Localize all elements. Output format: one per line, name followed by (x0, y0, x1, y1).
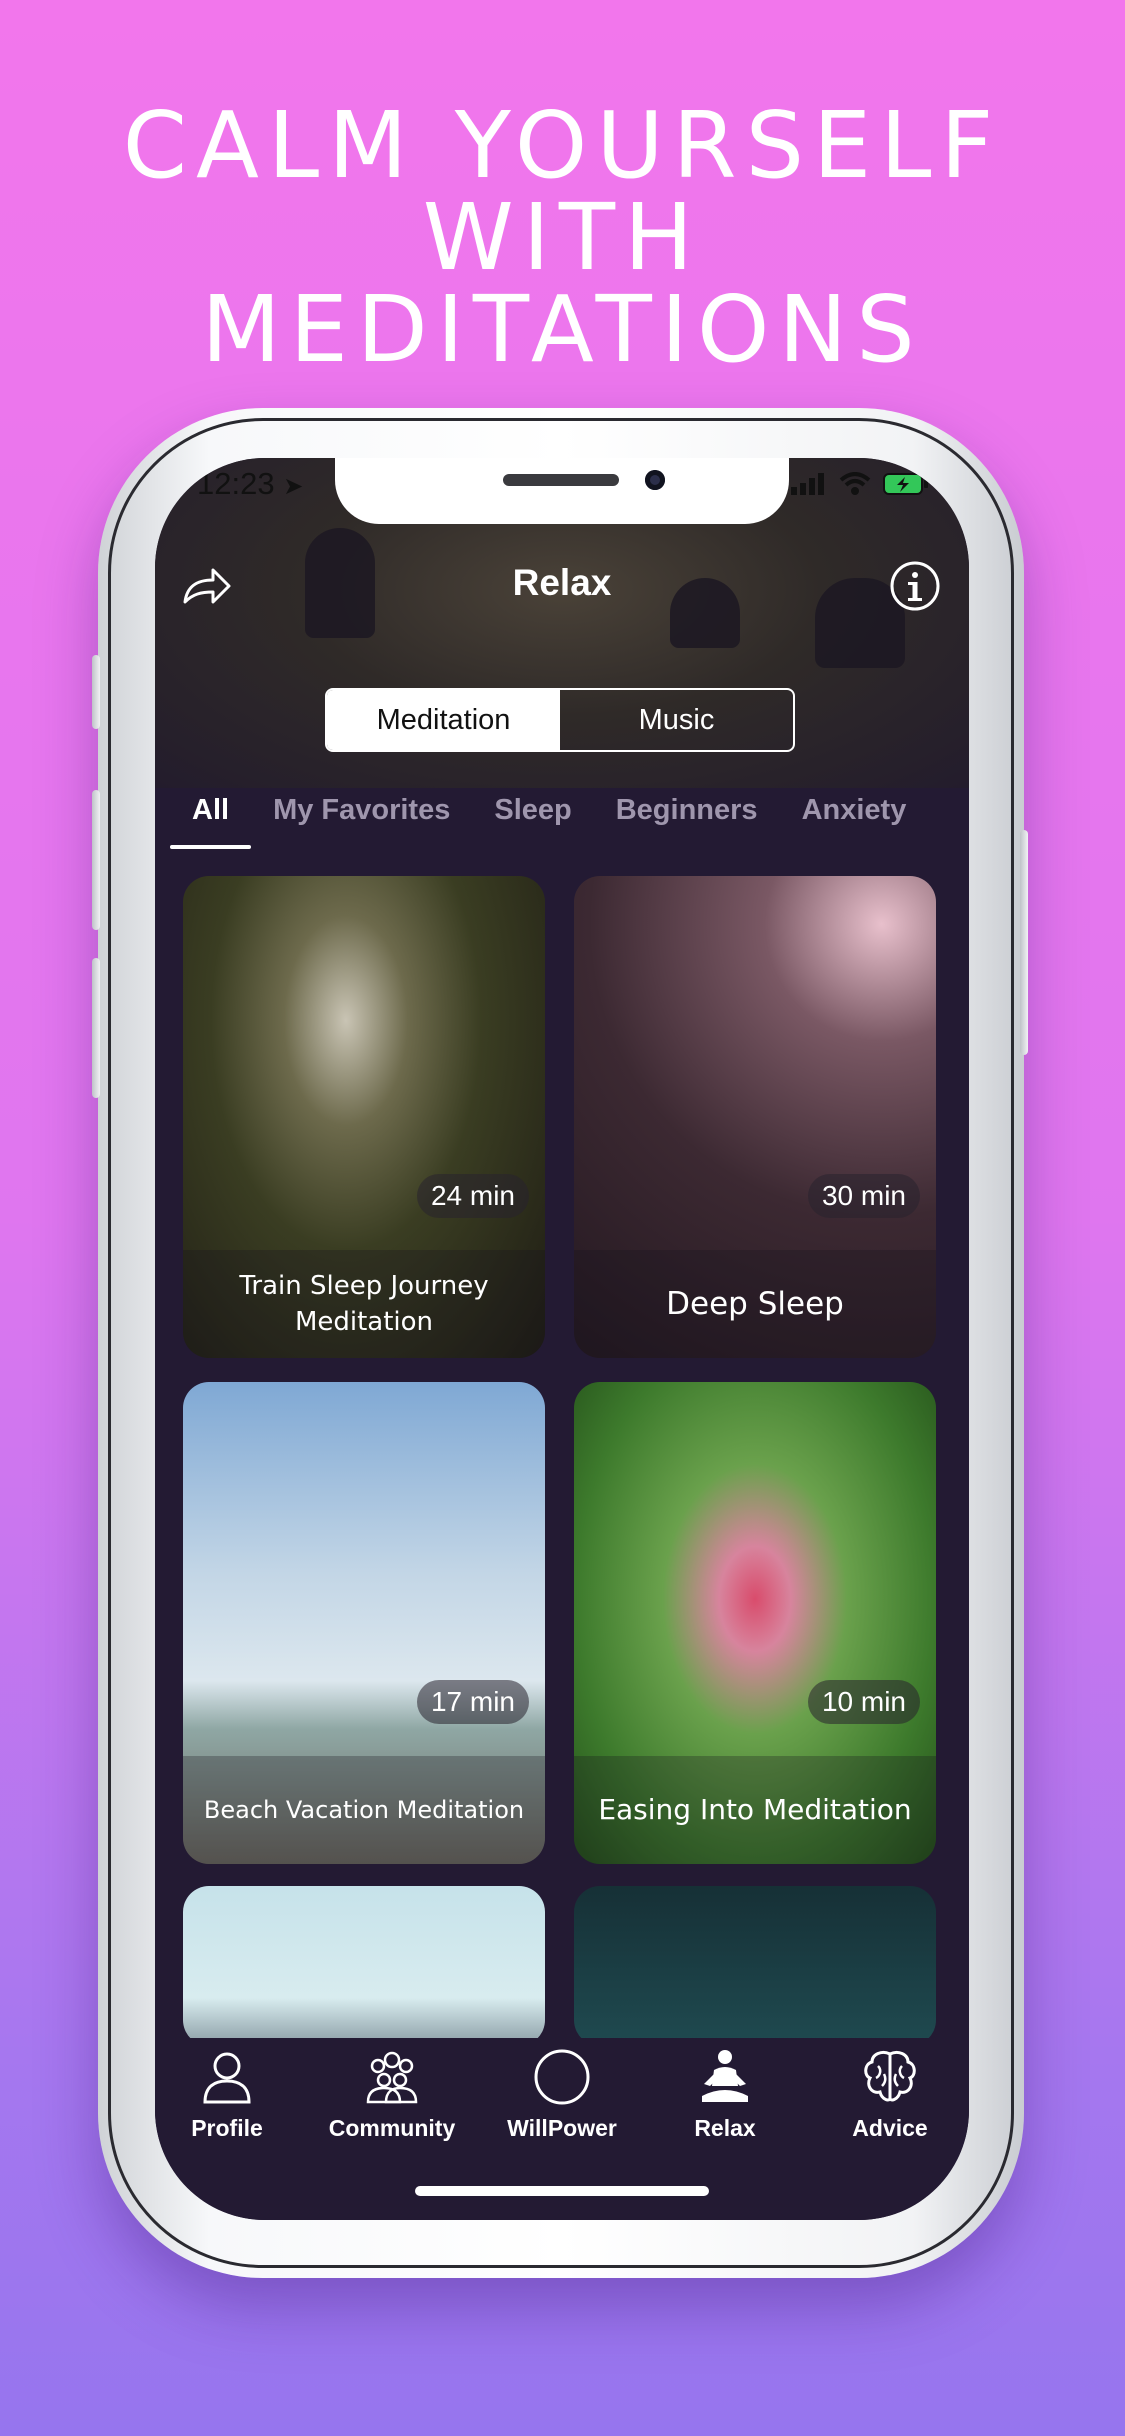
tab-label: Relax (694, 2115, 756, 2141)
category-tabs: All My Favorites Sleep Beginners Anxiety (170, 784, 928, 854)
volume-down-button (92, 958, 100, 1098)
battery-icon (883, 473, 928, 495)
category-sleep[interactable]: Sleep (472, 784, 593, 837)
headline: CALM YOURSELF WITH MEDITATIONS (0, 100, 1125, 376)
front-camera (645, 470, 665, 490)
circle-icon (534, 2049, 590, 2105)
tab-label: WillPower (507, 2115, 617, 2141)
tab-label: Community (328, 2115, 456, 2141)
category-beginners[interactable]: Beginners (594, 784, 780, 837)
meditation-icon (702, 2050, 748, 2102)
meditation-card[interactable] (574, 1886, 936, 2046)
page-title: Relax (512, 562, 612, 603)
info-circle-icon (890, 561, 940, 611)
tab-willpower[interactable]: WillPower (482, 2048, 642, 2142)
meditation-card[interactable]: 30 min Deep Sleep (574, 876, 936, 1358)
category-all[interactable]: All (170, 784, 252, 849)
headline-line-2: WITH (422, 184, 703, 291)
meditation-music-toggle: Meditation Music (325, 688, 795, 752)
headline-line-3: MEDITATIONS (201, 276, 924, 383)
app-screen: 12:23 ➤ Relax Meditation Music All My Fa… (155, 458, 969, 2220)
power-button (1020, 830, 1028, 1055)
cellular-signal-icon (791, 473, 824, 495)
tab-relax[interactable]: Relax (645, 2048, 805, 2142)
tab-advice[interactable]: Advice (810, 2048, 969, 2142)
meditation-card[interactable]: 17 min Beach Vacation Meditation (183, 1382, 545, 1864)
mute-switch (92, 655, 100, 729)
card-title: Deep Sleep (574, 1250, 936, 1358)
duration-badge: 10 min (807, 1680, 920, 1724)
wifi-icon (839, 472, 871, 495)
duration-badge: 30 min (807, 1174, 920, 1218)
category-my-favorites[interactable]: My Favorites (251, 784, 472, 837)
tab-community[interactable]: Community (312, 2048, 472, 2142)
status-icons (791, 472, 929, 496)
volume-up-button (92, 790, 100, 930)
category-anxiety[interactable]: Anxiety (780, 784, 929, 837)
person-icon (203, 2052, 251, 2104)
duration-badge: 17 min (416, 1680, 529, 1724)
card-title: Train Sleep Journey Meditation (183, 1250, 545, 1358)
headline-line-1: CALM YOURSELF (122, 92, 1003, 199)
status-time-text: 12:23 (197, 466, 275, 501)
device-notch (335, 458, 789, 524)
group-icon (366, 2051, 418, 2104)
card-title: Beach Vacation Meditation (183, 1756, 545, 1864)
segment-music[interactable]: Music (560, 690, 793, 750)
info-button[interactable] (887, 558, 947, 618)
tab-label: Profile (191, 2115, 263, 2141)
location-arrow-icon: ➤ (283, 473, 304, 500)
meditation-card[interactable]: 10 min Easing Into Meditation (574, 1382, 936, 1864)
speaker-grille (503, 474, 619, 486)
brain-icon (864, 2050, 916, 2102)
home-indicator[interactable] (415, 2186, 709, 2196)
tab-label: Advice (852, 2115, 928, 2141)
card-title: Easing Into Meditation (574, 1756, 936, 1864)
meditation-card[interactable] (183, 1886, 545, 2046)
meditation-card[interactable]: 24 min Train Sleep Journey Meditation (183, 876, 545, 1358)
tab-profile[interactable]: Profile (155, 2048, 307, 2142)
status-time: 12:23 ➤ (197, 466, 303, 502)
segment-meditation[interactable]: Meditation (327, 690, 560, 750)
duration-badge: 24 min (416, 1174, 529, 1218)
